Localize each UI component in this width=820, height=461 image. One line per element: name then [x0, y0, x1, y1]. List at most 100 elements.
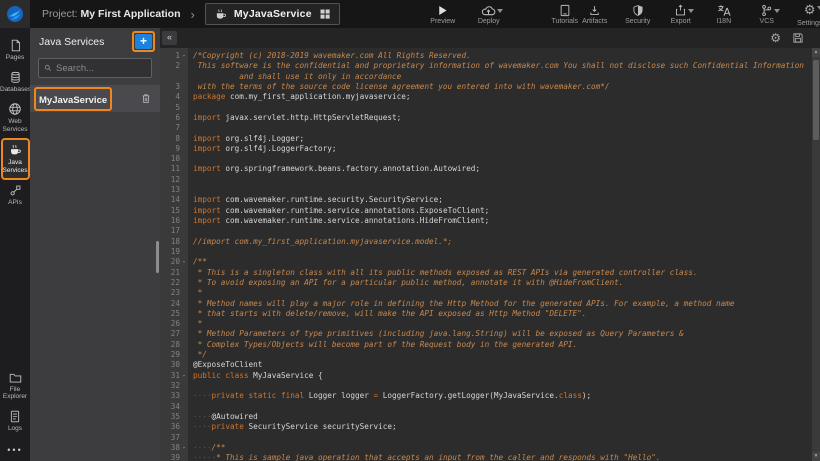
preview-button[interactable]: Preview — [428, 0, 458, 28]
scroll-up-arrow[interactable]: ▲ — [812, 48, 820, 57]
code-line-1[interactable]: 1-/*Copyright (c) 2018-2019 wavemaker.co… — [160, 51, 812, 61]
line-number: 23 — [160, 288, 180, 298]
code-line-16[interactable]: 16import com.wavemaker.runtime.service.a… — [160, 216, 812, 226]
deploy-button[interactable]: Deploy — [474, 0, 504, 28]
line-number: 7 — [160, 123, 180, 133]
panel-header: Java Services + — [30, 28, 160, 55]
code-line-30[interactable]: 30@ExposeToClient — [160, 360, 812, 370]
code-line-17[interactable]: 17 — [160, 226, 812, 236]
save-icon[interactable] — [792, 32, 804, 44]
panel-scrollbar-thumb[interactable] — [156, 241, 159, 273]
line-number: 36 — [160, 422, 180, 432]
settings-button[interactable]: ⚙ Settings — [795, 0, 820, 28]
sidebar-item-apis[interactable]: APIs — [0, 180, 30, 212]
code-line-7[interactable]: 7 — [160, 123, 812, 133]
tutorials-button[interactable]: Tutorials — [550, 0, 580, 28]
fold-marker[interactable]: - — [180, 51, 188, 61]
i18n-button[interactable]: I18N — [709, 0, 739, 28]
delete-service-trash-icon[interactable] — [140, 92, 152, 105]
fold-gutter — [180, 381, 188, 391]
code-line-23[interactable]: 23 * — [160, 288, 812, 298]
code-line-25[interactable]: 25 * that starts with delete/remove, wil… — [160, 309, 812, 319]
fold-marker[interactable]: - — [180, 443, 188, 453]
line-number: 29 — [160, 350, 180, 360]
code-line-32[interactable]: 32 — [160, 381, 812, 391]
code-line-3[interactable]: 3 with the terms of the source code lice… — [160, 82, 812, 92]
export-button[interactable]: Export — [666, 0, 696, 28]
wavemaker-logo[interactable] — [0, 0, 30, 28]
fold-marker[interactable]: - — [180, 371, 188, 381]
project-breadcrumb[interactable]: Project: My First Application — [42, 8, 180, 20]
code-line-29[interactable]: 29 */ — [160, 350, 812, 360]
code-line-39[interactable]: 39·····* This is sample java operation t… — [160, 453, 812, 461]
code-line-31[interactable]: 31-public class MyJavaService { — [160, 371, 812, 381]
sidebar-item-web-services[interactable]: Web Services — [0, 98, 30, 138]
code-line-15[interactable]: 15import com.wavemaker.runtime.service.a… — [160, 206, 812, 216]
code-line-wrap[interactable]: and shall use it only in accordance — [160, 72, 812, 82]
sidebar-item-databases[interactable]: Databases — [0, 67, 30, 99]
settings-caret-icon[interactable] — [817, 6, 820, 10]
code-line-6[interactable]: 6import javax.servlet.http.HttpServletRe… — [160, 113, 812, 123]
add-service-button[interactable]: + — [135, 34, 152, 49]
line-number: 12 — [160, 175, 180, 185]
code-line-33[interactable]: 33····private static final Logger logger… — [160, 391, 812, 401]
deploy-caret-icon[interactable] — [497, 9, 503, 13]
code-line-18[interactable]: 18//import com.my_first_application.myja… — [160, 237, 812, 247]
code-line-36[interactable]: 36····private SecurityService securitySe… — [160, 422, 812, 432]
file-explorer-folder-icon — [9, 372, 22, 384]
editor-scrollbar[interactable]: ▲ ▼ — [812, 48, 820, 461]
sidebar-item-java-services[interactable]: Java Services — [1, 138, 30, 180]
code-line-9[interactable]: 9import org.slf4j.LoggerFactory; — [160, 144, 812, 154]
code-line-5[interactable]: 5 — [160, 103, 812, 113]
export-caret-icon[interactable] — [688, 9, 694, 13]
collapse-panel-button[interactable]: « — [162, 31, 177, 45]
tutorials-label: Tutorials — [551, 18, 578, 25]
apis-label: APIs — [0, 199, 30, 207]
code-line-14[interactable]: 14import com.wavemaker.runtime.security.… — [160, 195, 812, 205]
code-line-37[interactable]: 37 — [160, 433, 812, 443]
code-line-13[interactable]: 13 — [160, 185, 812, 195]
code-line-19[interactable]: 19 — [160, 247, 812, 257]
editor-settings-gear-icon[interactable]: ⚙ — [770, 32, 781, 45]
sidebar-more-button[interactable]: ••• — [7, 437, 22, 461]
code-line-22[interactable]: 22 * To avoid exposing an API for a part… — [160, 278, 812, 288]
service-search-box[interactable] — [38, 58, 152, 78]
fold-gutter — [180, 329, 188, 339]
code-line-2[interactable]: 2 This software is the confidential and … — [160, 61, 812, 71]
code-editor[interactable]: 1-/*Copyright (c) 2018-2019 wavemaker.co… — [160, 48, 812, 461]
editor-toolbar: « ⚙ — [160, 28, 820, 48]
grid-icon[interactable] — [319, 8, 331, 20]
code-line-8[interactable]: 8import org.slf4j.Logger; — [160, 134, 812, 144]
code-text: * Complex Types/Objects will become part… — [188, 340, 577, 350]
code-line-38[interactable]: 38-····/** — [160, 443, 812, 453]
i18n-label: I18N — [716, 18, 731, 25]
sidebar-item-file-explorer[interactable]: File Explorer — [0, 368, 30, 406]
artifacts-button[interactable]: Artifacts — [580, 0, 610, 28]
vcs-caret-icon[interactable] — [774, 9, 780, 13]
code-line-34[interactable]: 34 — [160, 402, 812, 412]
code-line-20[interactable]: 20-/** — [160, 257, 812, 267]
code-line-28[interactable]: 28 * Complex Types/Objects will become p… — [160, 340, 812, 350]
security-button[interactable]: Security — [623, 0, 653, 28]
sidebar-item-pages[interactable]: Pages — [0, 35, 30, 67]
scroll-down-arrow[interactable]: ▼ — [812, 452, 820, 461]
service-name: MyJavaService — [39, 95, 107, 106]
code-line-26[interactable]: 26 * — [160, 319, 812, 329]
code-line-12[interactable]: 12 — [160, 175, 812, 185]
code-line-10[interactable]: 10 — [160, 154, 812, 164]
code-text: import org.slf4j.LoggerFactory; — [188, 144, 337, 154]
databases-label: Databases — [0, 86, 30, 94]
service-list-item[interactable]: MyJavaService — [30, 85, 160, 112]
code-line-27[interactable]: 27 * Method Parameters of type primitive… — [160, 329, 812, 339]
tab-myjavaservice[interactable]: MyJavaService — [205, 3, 340, 25]
fold-marker[interactable]: - — [180, 257, 188, 267]
sidebar-item-logs[interactable]: Logs — [0, 406, 30, 438]
code-line-21[interactable]: 21 * This is a singleton class with all … — [160, 268, 812, 278]
code-line-11[interactable]: 11import org.springframework.beans.facto… — [160, 164, 812, 174]
code-line-35[interactable]: 35····@Autowired — [160, 412, 812, 422]
code-line-4[interactable]: 4package com.my_first_application.myjava… — [160, 92, 812, 102]
code-line-24[interactable]: 24 * Method names will play a major role… — [160, 299, 812, 309]
editor-scrollbar-thumb[interactable] — [813, 60, 819, 140]
service-search-input[interactable] — [56, 63, 146, 74]
vcs-button[interactable]: VCS — [752, 0, 782, 28]
